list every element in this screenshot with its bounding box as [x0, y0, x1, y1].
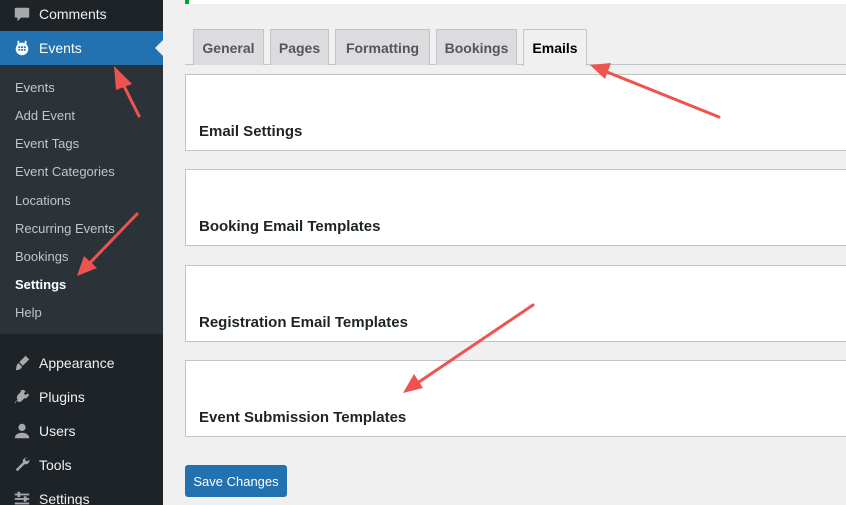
menu-users[interactable]: Users [0, 414, 163, 448]
submenu-event-categories[interactable]: Event Categories [15, 164, 115, 179]
menu-appearance-label: Appearance [39, 355, 115, 371]
menu-events[interactable]: Events [0, 31, 163, 65]
panel-title: Email Settings [199, 123, 303, 140]
menu-users-label: Users [39, 423, 76, 439]
panel-title: Booking Email Templates [199, 218, 381, 235]
tab-emails[interactable]: Emails [523, 29, 587, 66]
panel-booking-email-templates[interactable]: Booking Email Templates [185, 169, 846, 246]
sliders-icon [12, 489, 32, 505]
submenu-add-event[interactable]: Add Event [15, 108, 75, 123]
submenu-event-tags[interactable]: Event Tags [15, 136, 79, 151]
submenu-settings[interactable]: Settings [15, 277, 66, 292]
menu-comments[interactable]: Comments [0, 0, 163, 28]
panel-event-submission-templates[interactable]: Event Submission Templates [185, 360, 846, 437]
admin-sidebar: Comments Events Events Add Event Event T… [0, 0, 163, 505]
menu-plugins[interactable]: Plugins [0, 380, 163, 414]
submenu-help[interactable]: Help [15, 305, 42, 320]
user-icon [12, 421, 32, 441]
menu-comments-label: Comments [39, 6, 107, 22]
panel-email-settings[interactable]: Email Settings [185, 74, 846, 151]
submenu-locations[interactable]: Locations [15, 193, 71, 208]
menu-settings-label: Settings [39, 491, 90, 505]
comment-icon [12, 4, 32, 24]
panel-registration-email-templates[interactable]: Registration Email Templates [185, 265, 846, 342]
events-submenu: Events Add Event Event Tags Event Catego… [0, 65, 163, 334]
tab-general[interactable]: General [193, 29, 264, 65]
menu-appearance[interactable]: Appearance [0, 346, 163, 380]
wrench-icon [12, 455, 32, 475]
submenu-events[interactable]: Events [15, 80, 55, 95]
menu-plugins-label: Plugins [39, 389, 85, 405]
panel-title: Event Submission Templates [199, 409, 407, 426]
plug-icon [12, 387, 32, 407]
calendar-icon [12, 38, 32, 58]
tab-pages[interactable]: Pages [270, 29, 329, 65]
tab-formatting[interactable]: Formatting [335, 29, 430, 65]
top-notice-card [185, 0, 846, 4]
tab-bookings[interactable]: Bookings [436, 29, 517, 65]
submenu-bookings[interactable]: Bookings [15, 249, 68, 264]
submenu-recurring-events[interactable]: Recurring Events [15, 221, 115, 236]
save-changes-button[interactable]: Save Changes [185, 465, 287, 497]
menu-tools-label: Tools [39, 457, 72, 473]
menu-tools[interactable]: Tools [0, 448, 163, 482]
panel-title: Registration Email Templates [199, 314, 408, 331]
menu-settings[interactable]: Settings [0, 482, 163, 505]
paintbrush-icon [12, 353, 32, 373]
menu-events-label: Events [39, 40, 82, 56]
